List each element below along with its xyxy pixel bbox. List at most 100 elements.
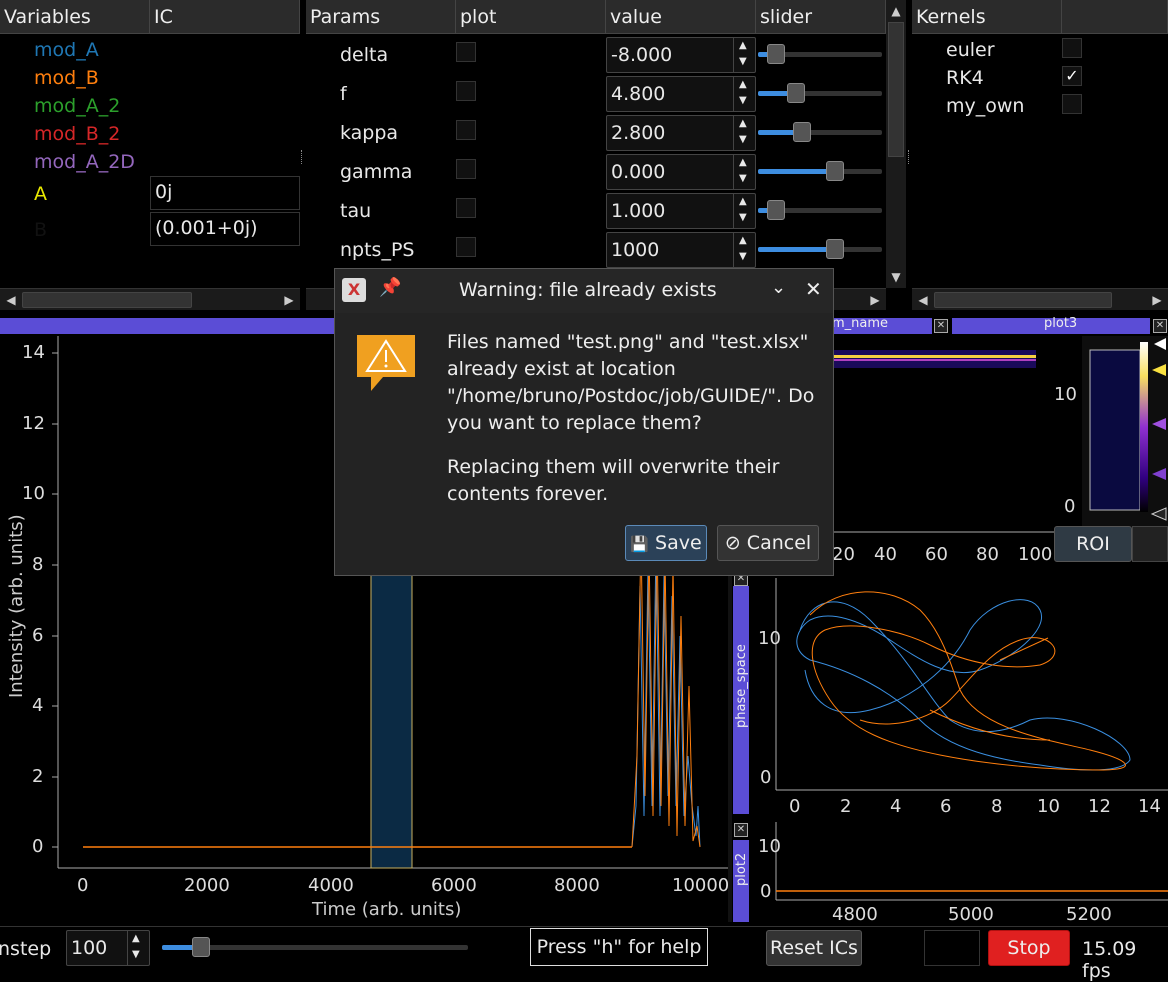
- variables-h-scrollbar[interactable]: ◀ ▶: [0, 288, 300, 310]
- param-plot-checkbox[interactable]: [456, 81, 476, 101]
- scroll-thumb[interactable]: [934, 292, 1112, 308]
- splitter-handle[interactable]: [908, 150, 911, 164]
- spin-up-icon[interactable]: ▲: [739, 118, 747, 129]
- scroll-down-icon[interactable]: ▼: [887, 268, 905, 286]
- reset-ics-button[interactable]: Reset ICs: [766, 930, 862, 966]
- stop-button[interactable]: Stop: [988, 930, 1070, 966]
- param-slider-knob[interactable]: [826, 161, 844, 181]
- spin-up-icon[interactable]: ▲: [739, 196, 747, 207]
- var-row-mod_A[interactable]: mod_A: [34, 36, 99, 64]
- param-plot-checkbox[interactable]: [456, 42, 476, 62]
- spin-down-icon[interactable]: ▼: [739, 134, 747, 145]
- ic-field-B[interactable]: (0.001+0j): [150, 212, 300, 246]
- nstep-slider-fill: [162, 945, 196, 950]
- param-slider-knob[interactable]: [767, 44, 785, 64]
- param-plot-checkbox[interactable]: [456, 198, 476, 218]
- nstep-spinbox[interactable]: 100 ▲ ▼: [66, 930, 150, 966]
- spin-buttons[interactable]: ▲ ▼: [733, 194, 755, 228]
- histogram-region[interactable]: [1089, 349, 1141, 511]
- phase-space-plot[interactable]: [750, 570, 1168, 820]
- scroll-up-icon[interactable]: ▲: [887, 2, 905, 20]
- kernels-header[interactable]: Kernels: [912, 0, 1062, 34]
- plot2[interactable]: [750, 822, 1168, 902]
- cancel-button[interactable]: ⊘ Cancel: [717, 525, 819, 561]
- plot-header[interactable]: plot: [456, 0, 606, 34]
- param-value-spinbox[interactable]: -8.000 ▲ ▼: [606, 37, 756, 73]
- scroll-thumb[interactable]: [22, 292, 192, 308]
- spin-buttons[interactable]: ▲ ▼: [733, 155, 755, 189]
- spin-up-icon[interactable]: ▲: [739, 235, 747, 246]
- dock-close-icon[interactable]: ✕: [734, 823, 748, 837]
- dock-close-icon[interactable]: ✕: [934, 319, 948, 333]
- param-value: 1.000: [611, 200, 666, 222]
- param-slider-knob[interactable]: [787, 83, 805, 103]
- plot3-extra-button[interactable]: [1132, 526, 1168, 562]
- params-v-scrollbar[interactable]: ▲ ▼: [886, 0, 906, 288]
- spin-down-icon[interactable]: ▼: [739, 56, 747, 67]
- param-value-spinbox[interactable]: 1000 ▲ ▼: [606, 232, 756, 268]
- var-row-mod_B_2[interactable]: mod_B_2: [34, 120, 120, 148]
- param-value-spinbox[interactable]: 4.800 ▲ ▼: [606, 76, 756, 112]
- ic-field-A[interactable]: 0j: [150, 176, 300, 210]
- spin-buttons[interactable]: ▲ ▼: [733, 233, 755, 267]
- scroll-left-icon[interactable]: ◀: [2, 291, 20, 309]
- dock-close-icon[interactable]: ✕: [1153, 319, 1167, 333]
- dock-tab-plot3[interactable]: plot3: [952, 316, 1150, 334]
- ic-header[interactable]: IC: [150, 0, 300, 34]
- spin-down-icon[interactable]: ▼: [739, 212, 747, 223]
- kernel-rk4-checkbox[interactable]: ✓: [1062, 66, 1082, 86]
- var-row-mod_B[interactable]: mod_B: [34, 64, 99, 92]
- kernels-check-header[interactable]: [1062, 0, 1168, 34]
- kernels-h-scrollbar[interactable]: ◀ ▶: [912, 288, 1168, 310]
- params-header[interactable]: Params: [306, 0, 456, 34]
- close-icon[interactable]: ✕: [805, 277, 822, 301]
- param-slider-knob[interactable]: [793, 122, 811, 142]
- pin-icon[interactable]: 📌: [379, 277, 401, 298]
- roi-button[interactable]: ROI: [1054, 526, 1132, 562]
- chevron-down-icon[interactable]: ⌄: [771, 277, 786, 298]
- var-row-B[interactable]: B: [34, 216, 47, 244]
- spin-buttons[interactable]: ▲ ▼: [733, 38, 755, 72]
- nstep-slider-knob[interactable]: [192, 937, 210, 957]
- param-value-spinbox[interactable]: 0.000 ▲ ▼: [606, 154, 756, 190]
- splitter-handle[interactable]: [301, 150, 304, 164]
- spin-up-icon[interactable]: ▲: [739, 40, 747, 51]
- scroll-right-icon[interactable]: ▶: [1148, 291, 1166, 309]
- var-row-mod_A_2D[interactable]: mod_A_2D: [34, 148, 135, 176]
- color-swatch[interactable]: [924, 930, 980, 966]
- spin-down-icon[interactable]: ▼: [132, 949, 140, 960]
- param-plot-checkbox[interactable]: [456, 120, 476, 140]
- param-value-spinbox[interactable]: 2.800 ▲ ▼: [606, 115, 756, 151]
- variables-header[interactable]: Variables: [0, 0, 150, 34]
- spin-up-icon[interactable]: ▲: [739, 79, 747, 90]
- param-value-spinbox[interactable]: 1.000 ▲ ▼: [606, 193, 756, 229]
- var-row-A[interactable]: A: [34, 180, 47, 208]
- var-row-mod_A_2[interactable]: mod_A_2: [34, 92, 120, 120]
- scroll-right-icon[interactable]: ▶: [866, 291, 884, 309]
- save-button[interactable]: 💾 Save: [625, 525, 707, 561]
- spin-buttons[interactable]: ▲ ▼: [733, 77, 755, 111]
- kernel-rk4[interactable]: RK4: [946, 64, 984, 92]
- spin-up-icon[interactable]: ▲: [739, 157, 747, 168]
- scroll-left-icon[interactable]: ◀: [914, 291, 932, 309]
- spin-buttons[interactable]: ▲ ▼: [127, 931, 149, 965]
- slider-header[interactable]: slider: [756, 0, 886, 34]
- param-slider-knob[interactable]: [826, 239, 844, 259]
- spin-down-icon[interactable]: ▼: [739, 95, 747, 106]
- param-plot-checkbox[interactable]: [456, 159, 476, 179]
- spin-buttons[interactable]: ▲ ▼: [733, 116, 755, 150]
- param-slider-knob[interactable]: [767, 200, 785, 220]
- value-header[interactable]: value: [606, 0, 756, 34]
- spin-down-icon[interactable]: ▼: [739, 173, 747, 184]
- spin-up-icon[interactable]: ▲: [132, 933, 140, 944]
- kernel-my_own-checkbox[interactable]: [1062, 94, 1082, 114]
- param-plot-checkbox[interactable]: [456, 237, 476, 257]
- dialog-titlebar[interactable]: X 📌 Warning: file already exists ⌄ ✕: [335, 269, 833, 313]
- x-tick-label: 2: [840, 796, 852, 817]
- kernel-my_own[interactable]: my_own: [946, 92, 1024, 120]
- kernel-euler-checkbox[interactable]: [1062, 38, 1082, 58]
- spin-down-icon[interactable]: ▼: [739, 251, 747, 262]
- scroll-thumb[interactable]: [888, 22, 904, 157]
- scroll-right-icon[interactable]: ▶: [280, 291, 298, 309]
- kernel-euler[interactable]: euler: [946, 36, 995, 64]
